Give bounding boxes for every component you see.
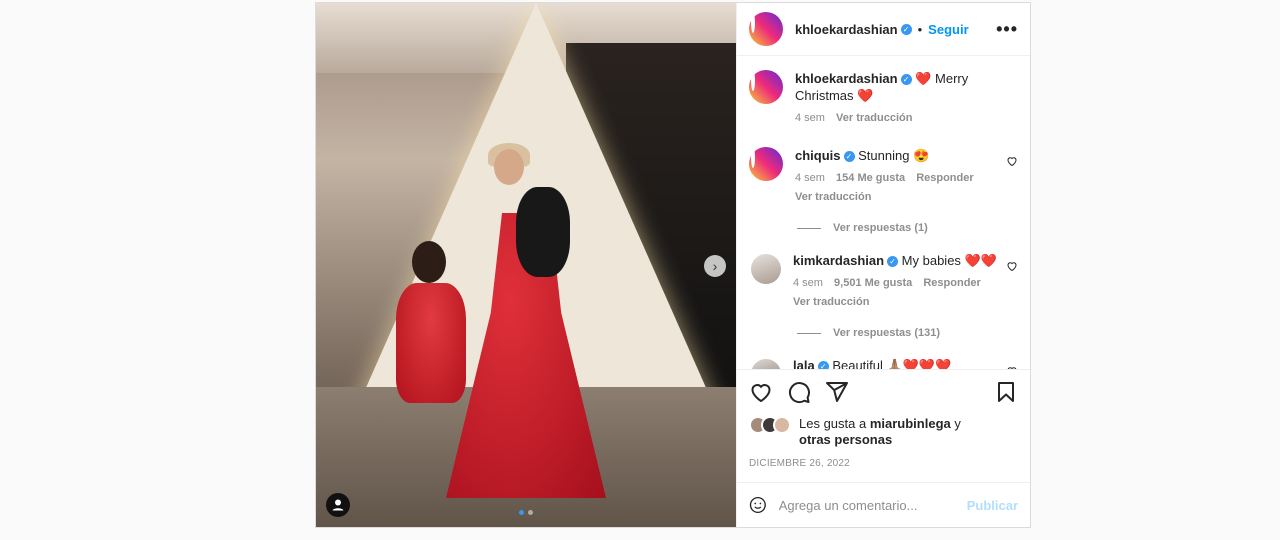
chevron-right-icon[interactable]: › bbox=[704, 255, 726, 277]
publish-button[interactable]: Publicar bbox=[967, 498, 1018, 513]
comment-translate[interactable]: Ver traducción bbox=[793, 294, 1018, 311]
post-header: khloekardashian ✓ • Seguir ••• bbox=[737, 3, 1030, 56]
verified-icon: ✓ bbox=[887, 256, 899, 268]
child-figure bbox=[396, 283, 466, 403]
comment-username[interactable]: lala bbox=[793, 358, 815, 369]
action-icon-bar bbox=[749, 380, 1018, 404]
comment-likes[interactable]: 154 Me gusta bbox=[836, 172, 905, 184]
verified-icon: ✓ bbox=[817, 361, 829, 369]
comment-text: My babies ❤️❤️ bbox=[901, 253, 997, 268]
post-photo[interactable]: › bbox=[316, 3, 736, 527]
heart-icon[interactable] bbox=[1006, 365, 1018, 369]
comment-item: kimkardashian ✓ My babies ❤️❤️ 4 sem 9,50… bbox=[749, 252, 1018, 311]
post-sidebar: khloekardashian ✓ • Seguir ••• khloekard… bbox=[736, 3, 1030, 527]
follow-button[interactable]: Seguir bbox=[928, 22, 968, 37]
comment-likes[interactable]: 9,501 Me gusta bbox=[834, 277, 912, 289]
caption: khloekardashian ✓ ❤️ Merry Christmas ❤️ 4… bbox=[749, 70, 1018, 127]
share-icon[interactable] bbox=[825, 380, 849, 404]
woman-head bbox=[494, 149, 524, 185]
liked-by-avatars[interactable] bbox=[749, 416, 791, 434]
reply-button[interactable]: Responder bbox=[916, 172, 973, 184]
comment-username[interactable]: chiquis bbox=[795, 148, 841, 163]
comment-item: lala ✓ Beautiful 🙏🏽❤️❤️❤️ bbox=[749, 357, 1018, 369]
comment-avatar[interactable] bbox=[749, 147, 783, 181]
heart-icon[interactable] bbox=[1006, 260, 1018, 272]
liked-by-others[interactable]: otras personas bbox=[799, 432, 892, 447]
comment-avatar[interactable] bbox=[751, 254, 781, 284]
comment-icon[interactable] bbox=[787, 380, 811, 404]
comments-list[interactable]: khloekardashian ✓ ❤️ Merry Christmas ❤️ 4… bbox=[737, 56, 1030, 369]
view-replies-label[interactable]: Ver respuestas (1) bbox=[833, 222, 928, 234]
bookmark-icon[interactable] bbox=[994, 380, 1018, 404]
carousel-dots bbox=[519, 510, 533, 515]
verified-icon: ✓ bbox=[900, 74, 912, 86]
baby-figure bbox=[516, 187, 570, 277]
comment-meta: 4 sem 9,501 Me gusta Responder bbox=[793, 275, 1018, 292]
reply-button[interactable]: Responder bbox=[923, 277, 980, 289]
comment-input[interactable] bbox=[778, 497, 955, 513]
comment-avatar[interactable] bbox=[751, 359, 781, 369]
carousel-dot bbox=[528, 510, 533, 515]
heart-icon[interactable] bbox=[1006, 155, 1018, 167]
view-replies[interactable]: Ver respuestas (131) bbox=[797, 327, 1018, 339]
user-tag-icon[interactable] bbox=[326, 493, 350, 517]
author-avatar[interactable] bbox=[749, 12, 783, 46]
caption-time[interactable]: 4 sem bbox=[795, 112, 825, 124]
emoji-icon[interactable] bbox=[749, 493, 767, 517]
comment-translate[interactable]: Ver traducción bbox=[795, 189, 1018, 206]
liked-by-suffix: y bbox=[954, 416, 961, 431]
liked-by-text: Les gusta a miarubinlega y otras persona… bbox=[799, 416, 961, 448]
caption-avatar[interactable] bbox=[749, 70, 783, 104]
verified-icon: ✓ bbox=[843, 151, 855, 163]
liked-by: Les gusta a miarubinlega y otras persona… bbox=[749, 416, 1018, 448]
comment-text: Beautiful 🙏🏽❤️❤️❤️ bbox=[832, 358, 952, 369]
caption-username[interactable]: khloekardashian bbox=[795, 71, 898, 86]
instagram-post-modal: › khloekardashian ✓ • Seguir ••• khloeka… bbox=[315, 2, 1031, 528]
child-head bbox=[412, 241, 446, 283]
comment-item: chiquis ✓ Stunning 😍 4 sem 154 Me gusta R… bbox=[749, 147, 1018, 206]
carousel-dot-active bbox=[519, 510, 524, 515]
caption-meta: 4 sem Ver traducción bbox=[795, 110, 1018, 127]
comment-username[interactable]: kimkardashian bbox=[793, 253, 884, 268]
post-date[interactable]: DICIEMBRE 26, 2022 bbox=[749, 458, 1018, 469]
heart-icon[interactable] bbox=[749, 380, 773, 404]
comment-text: Stunning 😍 bbox=[858, 148, 930, 163]
caption-translate[interactable]: Ver traducción bbox=[836, 112, 912, 124]
liked-by-prefix: Les gusta a bbox=[799, 416, 867, 431]
post-actions: Les gusta a miarubinlega y otras persona… bbox=[737, 369, 1030, 482]
comment-time[interactable]: 4 sem bbox=[793, 277, 823, 289]
comment-meta: 4 sem 154 Me gusta Responder bbox=[795, 170, 1018, 187]
more-options-icon[interactable]: ••• bbox=[996, 19, 1018, 40]
comment-time[interactable]: 4 sem bbox=[795, 172, 825, 184]
view-replies[interactable]: Ver respuestas (1) bbox=[797, 222, 1018, 234]
separator-dot: • bbox=[917, 21, 923, 37]
verified-icon: ✓ bbox=[900, 23, 912, 35]
author-username[interactable]: khloekardashian bbox=[795, 22, 898, 37]
add-comment-bar: Publicar bbox=[737, 482, 1030, 527]
liked-by-user[interactable]: miarubinlega bbox=[870, 416, 951, 431]
view-replies-label[interactable]: Ver respuestas (131) bbox=[833, 327, 940, 339]
